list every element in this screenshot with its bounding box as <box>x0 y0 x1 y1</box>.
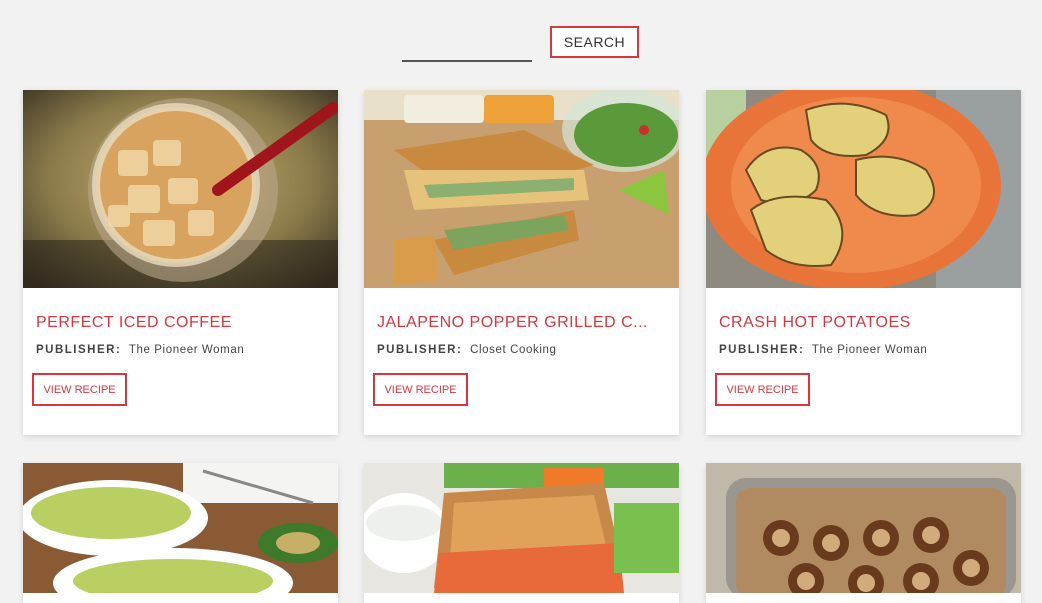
recipe-publisher: PUBLISHER: Closet Cooking <box>377 344 556 356</box>
recipe-image-cinnamon-rolls[interactable] <box>706 463 1021 593</box>
recipe-image-jalapeno-grilled-cheese[interactable] <box>364 90 679 288</box>
recipe-title[interactable]: PERFECT ICED COFFEE <box>36 314 326 332</box>
iced-coffee-image <box>23 90 338 288</box>
recipe-image-guacamole[interactable] <box>23 463 338 593</box>
guacamole-image <box>23 463 338 593</box>
recipe-image-crash-hot-potatoes[interactable] <box>706 90 1021 288</box>
recipe-publisher: PUBLISHER: The Pioneer Woman <box>36 344 244 356</box>
recipe-card <box>364 463 679 603</box>
search-input[interactable] <box>402 36 532 62</box>
publisher-name: Closet Cooking <box>470 344 557 356</box>
grilled-cheese-image <box>364 90 679 288</box>
search-button[interactable]: SEARCH <box>550 26 639 58</box>
view-recipe-button[interactable]: VIEW RECIPE <box>373 373 468 406</box>
recipe-title[interactable]: CRASH HOT POTATOES <box>719 314 1009 332</box>
publisher-label: PUBLISHER: <box>719 344 805 356</box>
cinnamon-rolls-image <box>706 463 1021 593</box>
recipe-card: CRASH HOT POTATOES PUBLISHER: The Pionee… <box>706 90 1021 435</box>
recipe-card: JALAPENO POPPER GRILLED C... PUBLISHER: … <box>364 90 679 435</box>
search-bar: SEARCH <box>0 0 1042 80</box>
publisher-name: The Pioneer Woman <box>811 344 928 356</box>
recipe-card <box>23 463 338 603</box>
recipe-card: PERFECT ICED COFFEE PUBLISHER: The Pione… <box>23 90 338 435</box>
publisher-name: The Pioneer Woman <box>128 344 245 356</box>
view-recipe-button[interactable]: VIEW RECIPE <box>715 373 810 406</box>
recipe-publisher: PUBLISHER: The Pioneer Woman <box>719 344 927 356</box>
recipe-image-iced-coffee[interactable] <box>23 90 338 288</box>
recipe-card <box>706 463 1021 603</box>
recipe-image-grilled-sandwich[interactable] <box>364 463 679 593</box>
recipe-title[interactable]: JALAPENO POPPER GRILLED C... <box>377 314 667 332</box>
grilled-sandwich-image <box>364 463 679 593</box>
view-recipe-button[interactable]: VIEW RECIPE <box>32 373 127 406</box>
potatoes-image <box>706 90 1021 288</box>
publisher-label: PUBLISHER: <box>36 344 122 356</box>
publisher-label: PUBLISHER: <box>377 344 463 356</box>
